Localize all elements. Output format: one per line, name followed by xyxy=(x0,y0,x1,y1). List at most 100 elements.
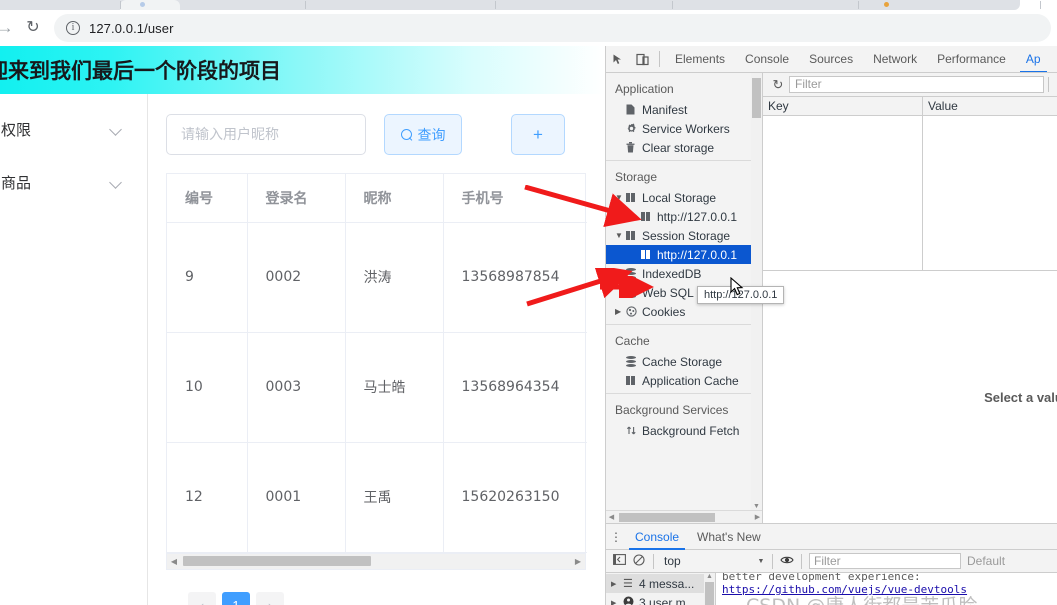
updown-arrows-icon xyxy=(626,425,642,436)
tab-console[interactable]: Console xyxy=(735,46,799,72)
twisty-open-icon[interactable] xyxy=(615,193,626,202)
tree-section-storage: Storage xyxy=(615,170,658,184)
cell-phone: 13568964354 xyxy=(443,332,587,443)
table-grid-icon xyxy=(641,250,657,259)
storage-filter-input[interactable]: Filter xyxy=(789,76,1044,93)
scrollbar-track[interactable] xyxy=(181,555,571,567)
column-header-key[interactable]: Key xyxy=(763,97,923,115)
reload-icon[interactable]: ↻ xyxy=(18,10,48,46)
tree-divider xyxy=(606,160,762,161)
address-bar[interactable]: i 127.0.0.1/user xyxy=(54,14,1051,42)
forward-arrow-icon[interactable]: → xyxy=(0,10,18,46)
storage-table-body[interactable] xyxy=(763,116,1057,271)
tree-item-cookies[interactable]: Cookies xyxy=(606,302,762,321)
list-icon: ☰ xyxy=(623,578,633,590)
console-context-selector[interactable]: top xyxy=(658,554,754,568)
kebab-menu-icon[interactable]: ⋮ xyxy=(606,530,626,544)
tab-network[interactable]: Network xyxy=(863,46,927,72)
info-circle-icon[interactable]: i xyxy=(66,21,80,35)
scroll-right-arrow-icon[interactable]: ▶ xyxy=(752,513,762,521)
table-row[interactable]: 10 0003 马士皓 13568964354 xyxy=(167,332,587,443)
tree-item-application-cache[interactable]: Application Cache xyxy=(606,371,762,390)
console-filter-input[interactable]: Filter xyxy=(809,553,961,569)
tree-item-label: http://127.0.0.1 xyxy=(657,247,738,262)
sidebar-item-goods[interactable]: 和商品 xyxy=(0,156,147,209)
table-grid-icon xyxy=(626,231,642,240)
pagination-next-button[interactable]: › xyxy=(256,591,284,605)
tree-item-service-workers[interactable]: Service Workers xyxy=(606,119,762,138)
plus-icon: + xyxy=(533,124,543,144)
search-input[interactable] xyxy=(166,114,366,155)
pagination-page-1[interactable]: 1 xyxy=(222,591,250,605)
browser-tab-strip[interactable] xyxy=(0,0,1041,10)
twisty-open-icon[interactable] xyxy=(615,231,626,240)
scroll-right-arrow-icon[interactable]: ▶ xyxy=(571,557,585,566)
query-button[interactable]: 查询 xyxy=(384,114,462,155)
tab-separator xyxy=(672,1,673,9)
scrollbar-thumb[interactable] xyxy=(705,582,714,605)
tree-horizontal-scrollbar[interactable]: ◀ ▶ xyxy=(606,510,762,523)
table-row[interactable]: 12 0001 王禹 15620263150 xyxy=(167,442,587,553)
tree-item-local-storage[interactable]: Local Storage xyxy=(606,188,762,207)
console-log-levels-dropdown[interactable]: Default xyxy=(967,554,1005,568)
browser-tab-active[interactable] xyxy=(120,0,180,10)
scroll-up-arrow-icon[interactable]: ▲ xyxy=(704,573,715,580)
scroll-down-arrow-icon[interactable]: ▼ xyxy=(751,503,762,510)
database-icon xyxy=(626,356,642,367)
console-sidebar: ▶ ☰ 4 messa... ▶ 3 user m... ▲ xyxy=(606,573,716,605)
sidebar-item-label: 和权限 xyxy=(0,121,32,139)
twisty-closed-icon[interactable]: ▶ xyxy=(611,599,623,605)
drawer-tab-console[interactable]: Console xyxy=(626,524,688,550)
scroll-left-arrow-icon[interactable]: ◀ xyxy=(606,513,617,521)
tree-item-clear-storage[interactable]: Clear storage xyxy=(606,138,762,157)
twisty-closed-icon[interactable] xyxy=(615,307,626,316)
console-messages[interactable]: better development experience: https://g… xyxy=(716,573,1057,605)
inspect-element-icon[interactable] xyxy=(606,46,630,72)
tree-item-session-storage[interactable]: Session Storage xyxy=(606,226,762,245)
sidebar-item-permissions[interactable]: 和权限 xyxy=(0,103,147,156)
console-sidebar-scrollbar[interactable]: ▲ xyxy=(704,573,715,605)
tree-item-background-fetch[interactable]: Background Fetch xyxy=(606,421,762,440)
tree-item-local-storage-origin[interactable]: http://127.0.0.1 xyxy=(606,207,762,226)
tree-item-label: Local Storage xyxy=(642,190,717,205)
console-sidebar-item-user-messages[interactable]: ▶ 3 user m... xyxy=(606,593,715,605)
value-column-empty xyxy=(923,116,1057,270)
tree-item-session-storage-origin[interactable]: http://127.0.0.1 xyxy=(606,245,762,264)
console-toolbar: top ▼ Filter Default xyxy=(606,550,1057,573)
tree-item-label: IndexedDB xyxy=(642,266,702,281)
tree-item-cache-storage[interactable]: Cache Storage xyxy=(606,352,762,371)
scrollbar-thumb[interactable] xyxy=(619,512,715,522)
device-toolbar-icon[interactable] xyxy=(630,46,654,72)
clear-console-icon[interactable] xyxy=(629,553,649,569)
tab-sources[interactable]: Sources xyxy=(799,46,863,72)
tab-separator xyxy=(858,1,859,9)
tab-performance[interactable]: Performance xyxy=(927,46,1016,72)
twisty-closed-icon[interactable]: ▶ xyxy=(611,580,623,588)
table-horizontal-scrollbar[interactable]: ◀ ▶ xyxy=(166,553,586,570)
add-user-button[interactable]: + xyxy=(511,114,565,155)
database-icon xyxy=(626,287,642,298)
chevron-down-icon[interactable]: ▼ xyxy=(754,558,768,565)
column-header-id: 编号 xyxy=(167,174,248,223)
scrollbar-thumb[interactable] xyxy=(752,78,761,118)
pagination-prev-button[interactable]: ‹ xyxy=(188,591,216,605)
tree-item-manifest[interactable]: Manifest xyxy=(606,100,762,119)
scrollbar-thumb[interactable] xyxy=(183,556,371,566)
live-expression-icon[interactable] xyxy=(777,554,797,568)
table-row[interactable]: 9 0002 洪涛 13568987854 xyxy=(167,222,587,333)
tab-separator xyxy=(1040,1,1041,9)
console-message-link[interactable]: https://github.com/vuejs/vue-devtools xyxy=(722,583,967,596)
scroll-left-arrow-icon[interactable]: ◀ xyxy=(167,557,181,566)
console-sidebar-item-messages[interactable]: ▶ ☰ 4 messa... xyxy=(606,574,715,593)
table-grid-icon xyxy=(626,193,642,202)
user-icon xyxy=(623,596,639,605)
tab-application[interactable]: Ap xyxy=(1016,46,1051,72)
refresh-icon[interactable]: ↻ xyxy=(767,77,789,93)
drawer-tab-whats-new[interactable]: What's New xyxy=(688,524,770,550)
show-console-sidebar-icon[interactable] xyxy=(609,554,629,568)
cookie-icon xyxy=(626,306,642,317)
tab-elements[interactable]: Elements xyxy=(665,46,735,72)
tree-item-label: Session Storage xyxy=(642,228,731,243)
column-header-value[interactable]: Value xyxy=(923,97,1057,115)
empty-state-message: Select a value to xyxy=(984,389,1057,405)
